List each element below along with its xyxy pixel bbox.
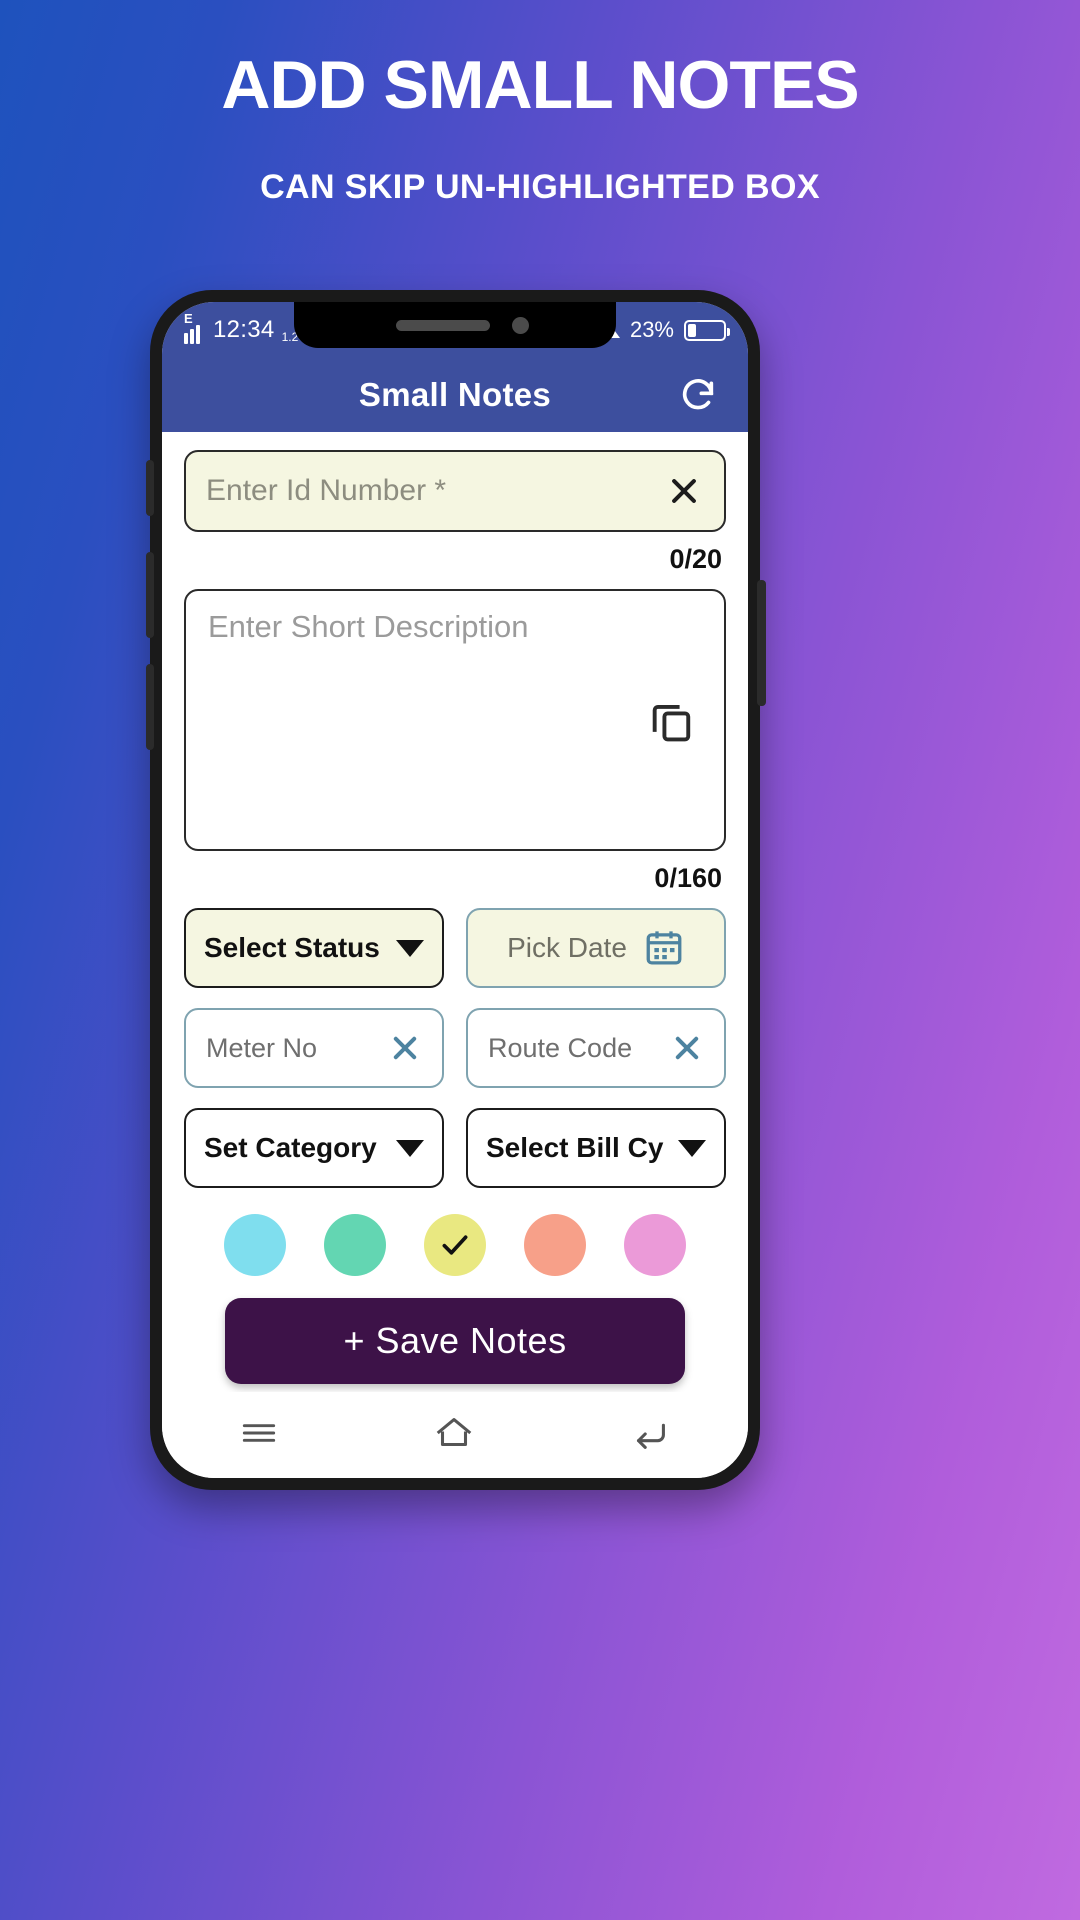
color-swatch-yellow[interactable] <box>424 1214 486 1276</box>
status-time: 12:34 <box>213 316 275 343</box>
phone-button-volume-down <box>146 664 154 750</box>
row-status-date: Select Status Pick Date <box>184 908 726 988</box>
category-select[interactable]: Set Category <box>184 1108 444 1188</box>
meter-no-field[interactable]: Meter No <box>184 1008 444 1088</box>
promo-subtitle: CAN SKIP UN-HIGHLIGHTED BOX <box>260 168 820 206</box>
page-title: Small Notes <box>358 376 552 413</box>
close-x-icon[interactable] <box>670 1031 704 1065</box>
bill-cycle-select[interactable]: Select Bill Cy <box>466 1108 726 1188</box>
color-swatch-group <box>184 1214 726 1276</box>
bill-cycle-select-label: Select Bill Cy <box>486 1132 664 1163</box>
id-number-counter: 0/20 <box>669 544 722 574</box>
color-swatch-salmon[interactable] <box>524 1214 586 1276</box>
close-x-icon[interactable] <box>664 471 704 511</box>
notes-form: Enter Id Number * 0/20 Enter Short Descr… <box>162 432 748 1384</box>
signal-bars-icon: E <box>184 311 206 344</box>
id-number-placeholder: Enter Id Number * <box>206 474 447 507</box>
home-icon[interactable] <box>431 1410 477 1461</box>
back-icon[interactable] <box>627 1410 673 1461</box>
chevron-down-icon <box>396 1139 424 1157</box>
color-swatch-pink[interactable] <box>624 1214 686 1276</box>
calendar-icon <box>646 931 682 965</box>
chevron-down-icon <box>396 939 424 957</box>
android-navigation-bar <box>162 1392 748 1478</box>
earpiece-speaker <box>396 320 490 331</box>
phone-button-volume-up <box>146 552 154 638</box>
color-swatch-cyan[interactable] <box>224 1214 286 1276</box>
save-notes-button[interactable]: + Save Notes <box>225 1298 685 1384</box>
battery-icon <box>684 319 730 341</box>
phone-button-silent <box>146 460 154 516</box>
status-select-label: Select Status <box>204 932 380 963</box>
check-icon <box>442 1235 468 1255</box>
refresh-icon[interactable] <box>676 373 720 417</box>
phone-screen: E 12:34 1.2 KB 23% Small Notes <box>162 302 748 1478</box>
copy-icon[interactable] <box>646 695 698 752</box>
category-select-label: Set Category <box>204 1132 377 1163</box>
route-code-placeholder: Route Code <box>488 1032 633 1063</box>
id-number-field[interactable]: Enter Id Number * <box>184 450 726 532</box>
route-code-field[interactable]: Route Code <box>466 1008 726 1088</box>
app-bar: Small Notes <box>162 358 748 432</box>
phone-button-power <box>757 580 766 706</box>
description-field[interactable]: Enter Short Description <box>184 589 726 851</box>
row-category-billcycle: Set Category Select Bill Cy <box>184 1108 726 1188</box>
front-camera <box>512 317 529 334</box>
status-select[interactable]: Select Status <box>184 908 444 988</box>
chevron-down-icon <box>678 1139 706 1157</box>
row-meter-route: Meter No Route Code <box>184 1008 726 1088</box>
promo-title: ADD SMALL NOTES <box>221 47 859 123</box>
pick-date-field[interactable]: Pick Date <box>466 908 726 988</box>
color-swatch-green[interactable] <box>324 1214 386 1276</box>
description-placeholder: Enter Short Description <box>208 609 529 644</box>
battery-percent-label: 23% <box>629 317 674 342</box>
meter-no-placeholder: Meter No <box>206 1032 318 1063</box>
close-x-icon[interactable] <box>388 1031 422 1065</box>
notch <box>294 302 616 348</box>
description-counter: 0/160 <box>654 863 722 893</box>
phone-frame: E 12:34 1.2 KB 23% Small Notes <box>146 290 766 1490</box>
network-type-label: E <box>184 311 193 326</box>
pick-date-label: Pick Date <box>507 932 627 963</box>
menu-icon[interactable] <box>237 1411 281 1460</box>
